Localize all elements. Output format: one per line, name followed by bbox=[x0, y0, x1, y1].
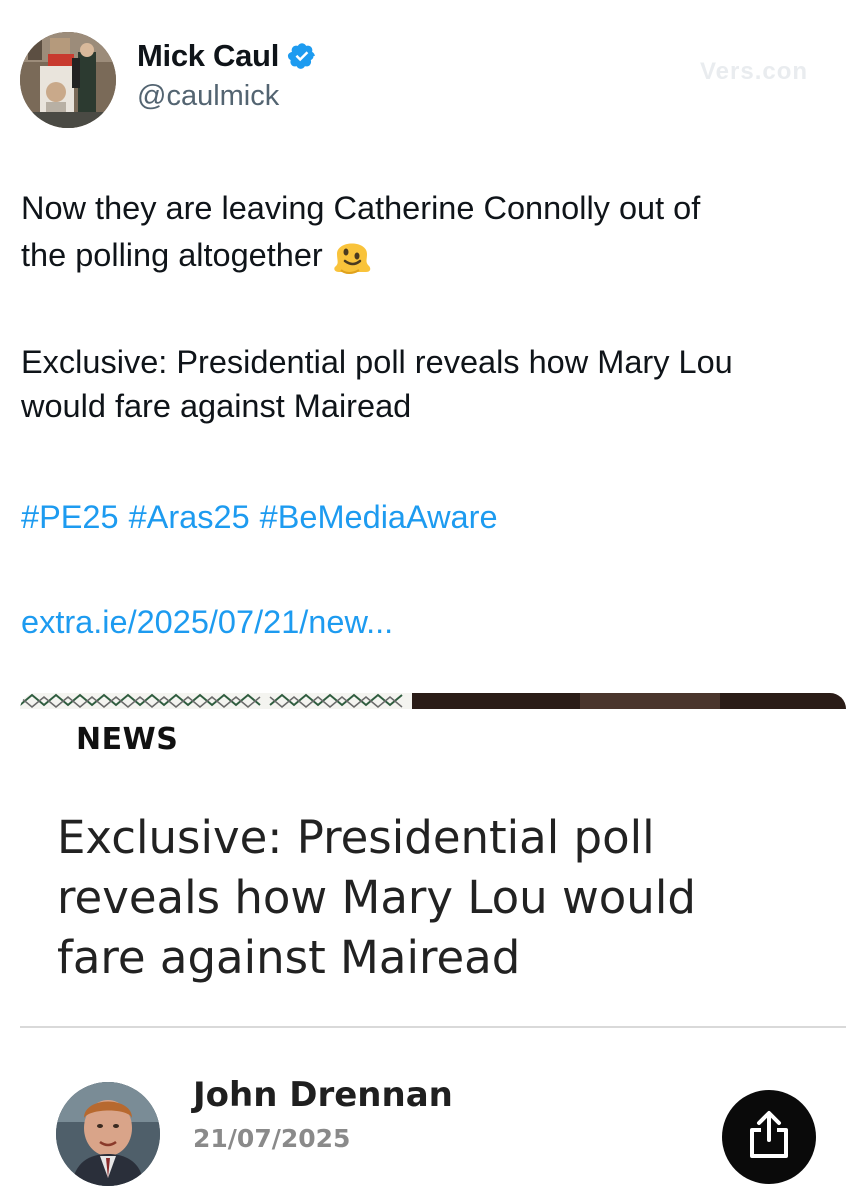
melting-face-emoji-icon bbox=[329, 230, 375, 276]
article-link[interactable]: extra.ie/2025/07/21/new... bbox=[21, 600, 393, 644]
tweet-text-paragraph-2: Exclusive: Presidential poll reveals how… bbox=[21, 340, 851, 428]
author-name-row: Mick Caul bbox=[137, 38, 317, 74]
card-headline[interactable]: Exclusive: Presidential poll reveals how… bbox=[57, 808, 847, 988]
card-image-strip[interactable] bbox=[20, 693, 846, 709]
tweet-text-line: Now they are leaving Catherine Connolly … bbox=[21, 190, 701, 226]
avatar[interactable] bbox=[20, 32, 116, 128]
display-name[interactable]: Mick Caul bbox=[137, 38, 279, 74]
hashtag-link[interactable]: #Aras25 bbox=[129, 495, 250, 539]
card-category-label: NEWS bbox=[76, 722, 179, 757]
verified-badge-icon bbox=[287, 41, 317, 71]
tweet-text-span: the polling altogether bbox=[21, 237, 323, 273]
hashtag-link[interactable]: #PE25 bbox=[21, 495, 119, 539]
tweet-text-line: the polling altogether bbox=[21, 230, 851, 277]
card-publish-date: 21/07/2025 bbox=[193, 1124, 351, 1153]
headline-line: Exclusive: Presidential poll bbox=[57, 811, 655, 864]
handle[interactable]: @caulmick bbox=[137, 80, 279, 113]
card-author-name[interactable]: John Drennan bbox=[193, 1075, 453, 1115]
tweet-text-line: Exclusive: Presidential poll reveals how… bbox=[21, 344, 733, 380]
faded-watermark: Vers.con bbox=[700, 58, 809, 85]
headline-line: reveals how Mary Lou would bbox=[57, 871, 696, 924]
share-button[interactable] bbox=[722, 1090, 816, 1184]
share-icon bbox=[746, 1110, 792, 1165]
tweet-text-paragraph-1: Now they are leaving Catherine Connolly … bbox=[21, 186, 851, 277]
headline-line: fare against Mairead bbox=[57, 931, 521, 984]
card-divider bbox=[20, 1026, 846, 1028]
hashtag-link[interactable]: #BeMediaAware bbox=[260, 495, 498, 539]
tweet-text-line: would fare against Mairead bbox=[21, 388, 412, 424]
author-avatar[interactable] bbox=[56, 1082, 160, 1186]
hashtag-list: #PE25 #Aras25 #BeMediaAware bbox=[21, 495, 498, 539]
